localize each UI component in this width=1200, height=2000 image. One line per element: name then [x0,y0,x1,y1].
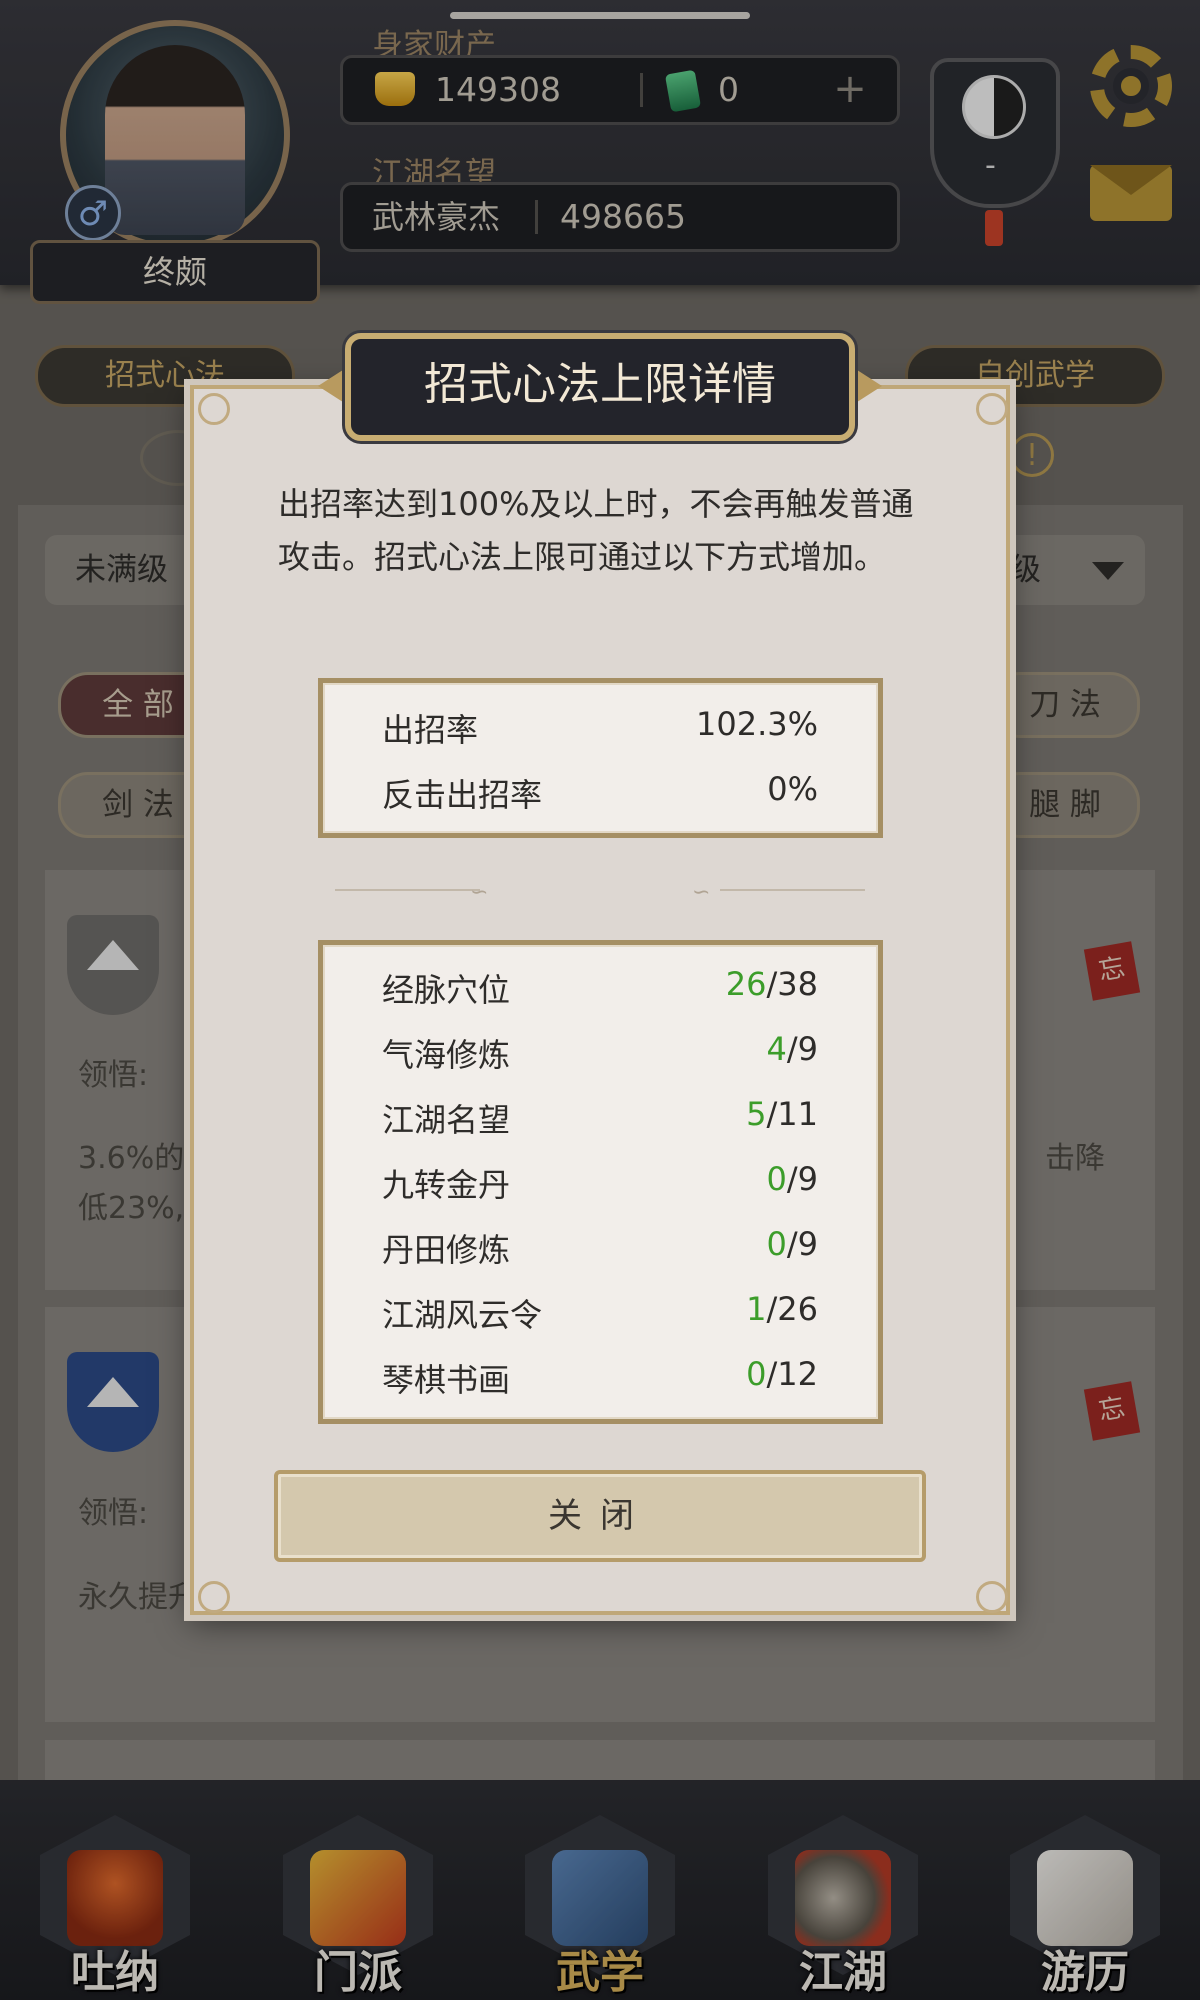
source-progress: 0/9 [560,1160,819,1198]
source-max: /9 [786,1225,818,1263]
source-label: 九转金丹 [382,1166,511,1204]
rate-value: 0% [767,770,818,808]
source-progress: 1/26 [560,1290,818,1328]
separator-ornament-icon: ∽ [692,880,711,905]
source-progress: 0/12 [560,1355,818,1393]
dialog-description: 出招率达到100%及以上时，不会再触发普通攻击。招式心法上限可通过以下方式增加。 [278,485,914,576]
source-current: 0 [746,1355,767,1393]
source-progress: 26/38 [560,965,818,1003]
separator-line [335,889,480,891]
corner-ornament-icon [976,393,1008,425]
source-progress: 0/9 [560,1225,819,1263]
corner-ornament-icon [198,1581,230,1613]
rate-value: 102.3% [695,705,818,743]
source-current: 1 [746,1290,767,1328]
rate-label: 反击出招率 [382,776,543,814]
source-current: 5 [746,1095,767,1133]
source-max: /38 [766,965,819,1003]
title-wing-ornament [854,368,882,404]
source-current: 0 [766,1225,787,1263]
source-label: 江湖风云令 [382,1296,543,1334]
source-current: 0 [766,1160,787,1198]
separator-ornament-icon: ∽ [470,880,489,905]
rate-label: 出招率 [382,711,479,749]
source-label: 江湖名望 [382,1101,511,1139]
source-label: 琴棋书画 [382,1361,511,1399]
source-current: 26 [725,965,767,1003]
title-wing-ornament [318,368,346,404]
close-button[interactable]: 关闭 [274,1470,926,1562]
source-max: /9 [786,1160,818,1198]
source-progress: 5/11 [560,1095,818,1133]
source-max: /11 [766,1095,819,1133]
source-label: 气海修炼 [382,1036,511,1074]
source-current: 4 [766,1030,787,1068]
dialog-title: 招式心法上限详情 [424,359,776,410]
corner-ornament-icon [976,1581,1008,1613]
source-label: 丹田修炼 [382,1231,511,1269]
source-progress: 4/9 [560,1030,819,1068]
source-label: 经脉穴位 [382,971,511,1009]
source-max: /9 [786,1030,818,1068]
separator-line [720,889,865,891]
corner-ornament-icon [198,393,230,425]
source-max: /12 [766,1355,819,1393]
source-max: /26 [766,1290,819,1328]
